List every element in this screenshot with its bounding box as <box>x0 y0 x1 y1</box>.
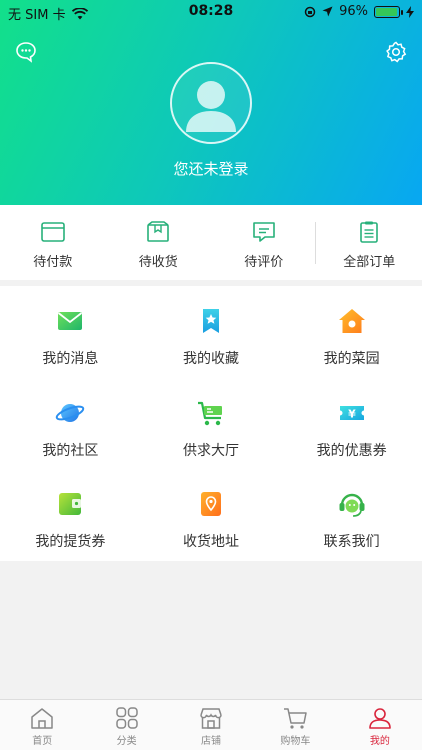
grid-item-vouchers[interactable]: 我的提货券 <box>0 469 141 561</box>
svg-text:¥: ¥ <box>348 407 356 420</box>
rotation-lock-icon <box>304 6 316 17</box>
message-envelope-icon <box>58 312 83 330</box>
planet-icon <box>56 403 85 422</box>
user-icon <box>369 708 391 729</box>
grid-label: 供求大厅 <box>182 442 239 459</box>
map-pin-icon <box>200 492 221 517</box>
grid-item-messages[interactable]: 我的消息 <box>0 286 141 378</box>
status-bar: 无 SIM 卡 08:28 96% <box>0 0 422 24</box>
grid-item-garden[interactable]: 我的菜园 <box>281 286 422 378</box>
order-label: 待收货 <box>138 255 178 270</box>
tab-cart[interactable]: 购物车 <box>253 700 337 750</box>
tab-home[interactable]: 首页 <box>0 700 84 750</box>
grid-label: 我的菜园 <box>323 351 380 367</box>
order-pending-payment[interactable]: 待付款 <box>0 205 106 280</box>
grid-label: 我的提货券 <box>35 534 106 551</box>
order-list-icon <box>360 221 379 243</box>
voucher-icon <box>59 493 82 516</box>
tab-store[interactable]: 店铺 <box>169 700 253 750</box>
grid-label: 我的收藏 <box>182 351 239 367</box>
battery-icon <box>374 5 403 18</box>
home-icon <box>31 708 53 729</box>
comment-bubble-icon <box>252 222 275 242</box>
order-pending-receipt[interactable]: 待收货 <box>106 205 212 280</box>
grid-item-community[interactable]: 我的社区 <box>0 378 141 470</box>
grid-label: 收货地址 <box>182 534 239 551</box>
divider <box>315 222 316 264</box>
grid-label: 我的社区 <box>42 442 99 459</box>
tab-mine[interactable]: 我的 <box>338 700 422 750</box>
house-icon <box>338 309 365 333</box>
order-status-row: 待付款 待收货 待评价 全部订单 <box>0 205 422 280</box>
service-grid: 我的消息 我的收藏 我的菜园 我的社区 供求大厅 ¥ 我的优惠券 我的提货券 收… <box>0 286 422 561</box>
grid-label: 联系我们 <box>323 534 380 551</box>
grid-item-marketplace[interactable]: 供求大厅 <box>141 378 282 470</box>
wallet-card-icon <box>40 222 65 242</box>
profile-header: 无 SIM 卡 08:28 96% 您还未登录 <box>0 0 422 205</box>
grid-label: 我的消息 <box>42 351 99 367</box>
tab-label: 分类 <box>116 736 137 747</box>
grid-item-contact[interactable]: 联系我们 <box>281 469 422 561</box>
grid-item-address[interactable]: 收货地址 <box>141 469 282 561</box>
location-arrow-icon <box>322 6 333 17</box>
cart-icon <box>284 708 308 729</box>
order-pending-review[interactable]: 待评价 <box>211 205 317 280</box>
order-all[interactable]: 全部订单 <box>317 205 422 280</box>
charging-icon <box>406 5 414 18</box>
login-prompt[interactable]: 您还未登录 <box>0 158 422 179</box>
settings-gear-icon[interactable] <box>384 40 408 64</box>
tab-label: 我的 <box>369 736 390 747</box>
package-box-icon <box>147 221 170 242</box>
shopping-cart-icon <box>197 401 222 425</box>
default-user-icon <box>172 64 250 142</box>
store-icon <box>200 708 222 729</box>
bottom-tab-bar: 首页 分类 店铺 购物车 我的 <box>0 699 422 750</box>
grid-item-favorites[interactable]: 我的收藏 <box>141 286 282 378</box>
grid-label: 我的优惠券 <box>316 442 387 459</box>
order-label: 全部订单 <box>343 255 396 270</box>
tab-category[interactable]: 分类 <box>84 700 168 750</box>
message-bubble-icon[interactable] <box>14 40 38 64</box>
tab-label: 首页 <box>32 736 53 747</box>
headset-support-icon <box>339 494 365 518</box>
order-label: 待评价 <box>244 255 284 270</box>
tab-label: 店铺 <box>201 736 222 747</box>
category-grid-icon <box>115 707 138 729</box>
tab-label: 购物车 <box>280 736 311 747</box>
grid-item-coupons[interactable]: ¥ 我的优惠券 <box>281 378 422 470</box>
bookmark-star-icon <box>202 309 219 333</box>
battery-percent: 96% <box>339 4 368 19</box>
order-label: 待付款 <box>33 255 73 270</box>
avatar[interactable] <box>170 62 252 144</box>
coupon-yen-icon: ¥ <box>339 405 364 420</box>
